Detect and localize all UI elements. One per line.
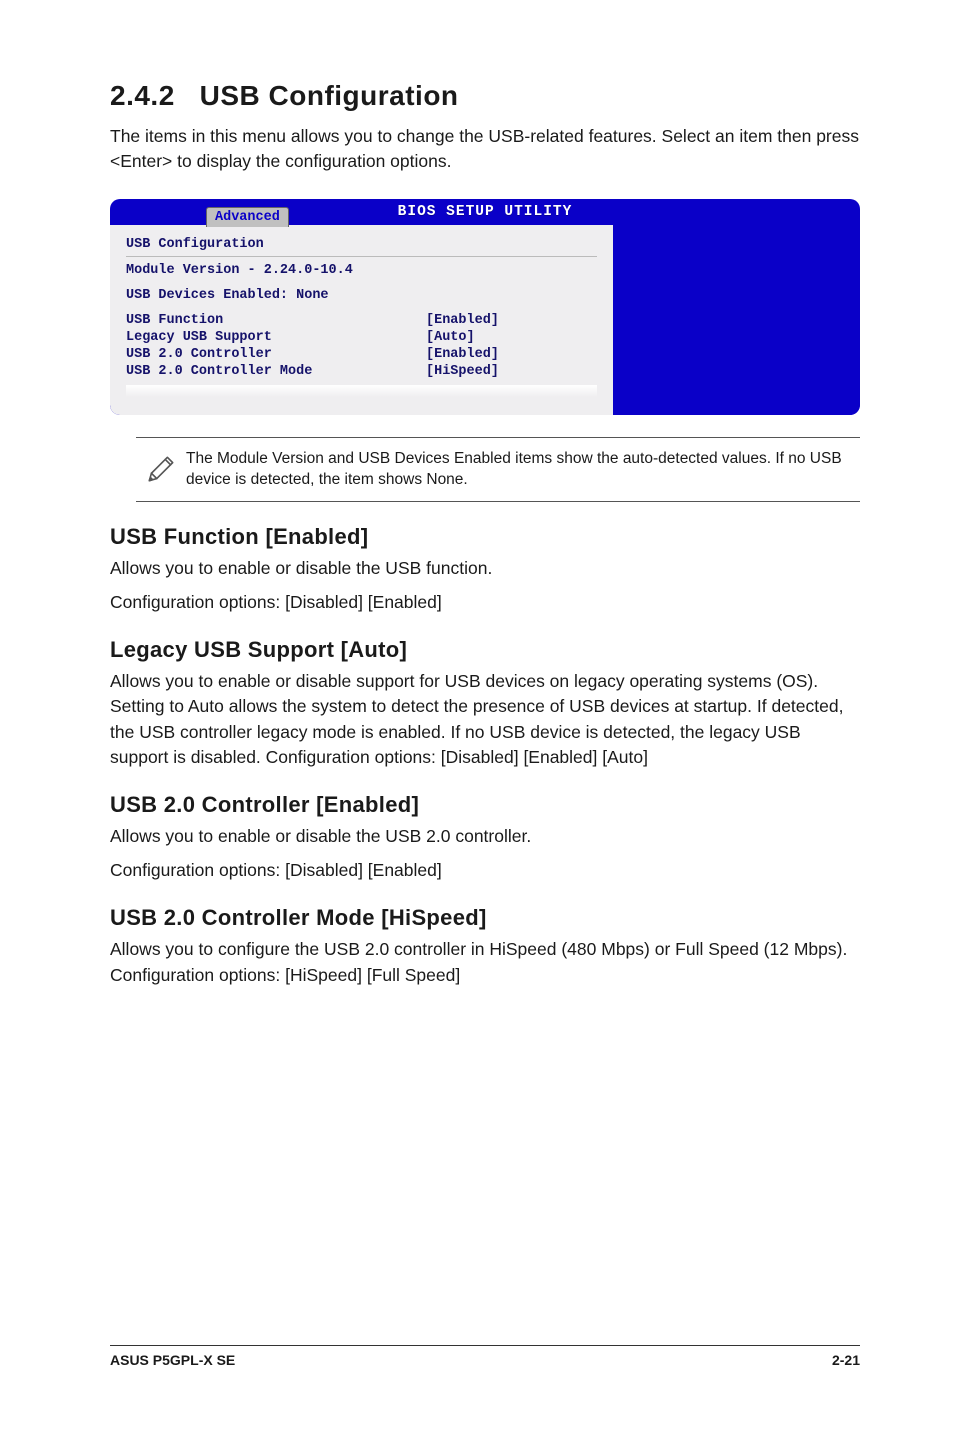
bios-row-value: [HiSpeed] <box>426 364 597 379</box>
bios-row-label: USB 2.0 Controller Mode <box>126 364 426 379</box>
bios-row: USB Function [Enabled] <box>126 313 597 328</box>
bios-body: USB Configuration Module Version - 2.24.… <box>110 225 860 415</box>
bios-divider <box>126 256 597 257</box>
item-title: USB 2.0 Controller [Enabled] <box>110 792 860 818</box>
item-title: USB Function [Enabled] <box>110 524 860 550</box>
bios-row-value: [Enabled] <box>426 313 597 328</box>
bios-tab-advanced: Advanced <box>206 207 289 227</box>
bios-row-label: USB 2.0 Controller <box>126 347 426 362</box>
bios-row-value: [Auto] <box>426 330 597 345</box>
page-footer: ASUS P5GPL-X SE 2-21 <box>110 1345 860 1368</box>
item-body: Configuration options: [Disabled] [Enabl… <box>110 590 860 615</box>
note-text: The Module Version and USB Devices Enabl… <box>186 448 852 491</box>
section-number: 2.4.2 <box>110 80 175 111</box>
bios-heading: USB Configuration <box>126 237 597 252</box>
item-title: Legacy USB Support [Auto] <box>110 637 860 663</box>
bios-right-panel <box>613 225 861 415</box>
bios-row: USB 2.0 Controller Mode [HiSpeed] <box>126 364 597 379</box>
bios-fade <box>126 385 597 397</box>
bios-row-value: [Enabled] <box>426 347 597 362</box>
note-block: The Module Version and USB Devices Enabl… <box>136 437 860 502</box>
item-body: Allows you to enable or disable the USB … <box>110 556 860 581</box>
section-title-text: USB Configuration <box>200 80 459 111</box>
bios-screenshot: Advanced BIOS SETUP UTILITY USB Configur… <box>110 199 860 415</box>
footer-right: 2-21 <box>832 1352 860 1368</box>
section-heading: 2.4.2 USB Configuration <box>110 80 860 112</box>
item-body: Configuration options: [Disabled] [Enabl… <box>110 858 860 883</box>
item-title: USB 2.0 Controller Mode [HiSpeed] <box>110 905 860 931</box>
section-intro: The items in this menu allows you to cha… <box>110 124 860 175</box>
bios-devices-line: USB Devices Enabled: None <box>126 288 597 303</box>
bios-left-panel: USB Configuration Module Version - 2.24.… <box>110 225 613 415</box>
bios-row: Legacy USB Support [Auto] <box>126 330 597 345</box>
item-body: Allows you to enable or disable the USB … <box>110 824 860 849</box>
bios-row-label: Legacy USB Support <box>126 330 426 345</box>
footer-left: ASUS P5GPL-X SE <box>110 1352 235 1368</box>
item-body: Allows you to configure the USB 2.0 cont… <box>110 937 860 988</box>
pencil-icon <box>136 448 186 486</box>
bios-titlebar: Advanced BIOS SETUP UTILITY <box>110 199 860 225</box>
bios-utility-title: BIOS SETUP UTILITY <box>398 204 573 220</box>
item-body: Allows you to enable or disable support … <box>110 669 860 771</box>
bios-module-version: Module Version - 2.24.0-10.4 <box>126 263 597 278</box>
bios-row: USB 2.0 Controller [Enabled] <box>126 347 597 362</box>
bios-row-label: USB Function <box>126 313 426 328</box>
